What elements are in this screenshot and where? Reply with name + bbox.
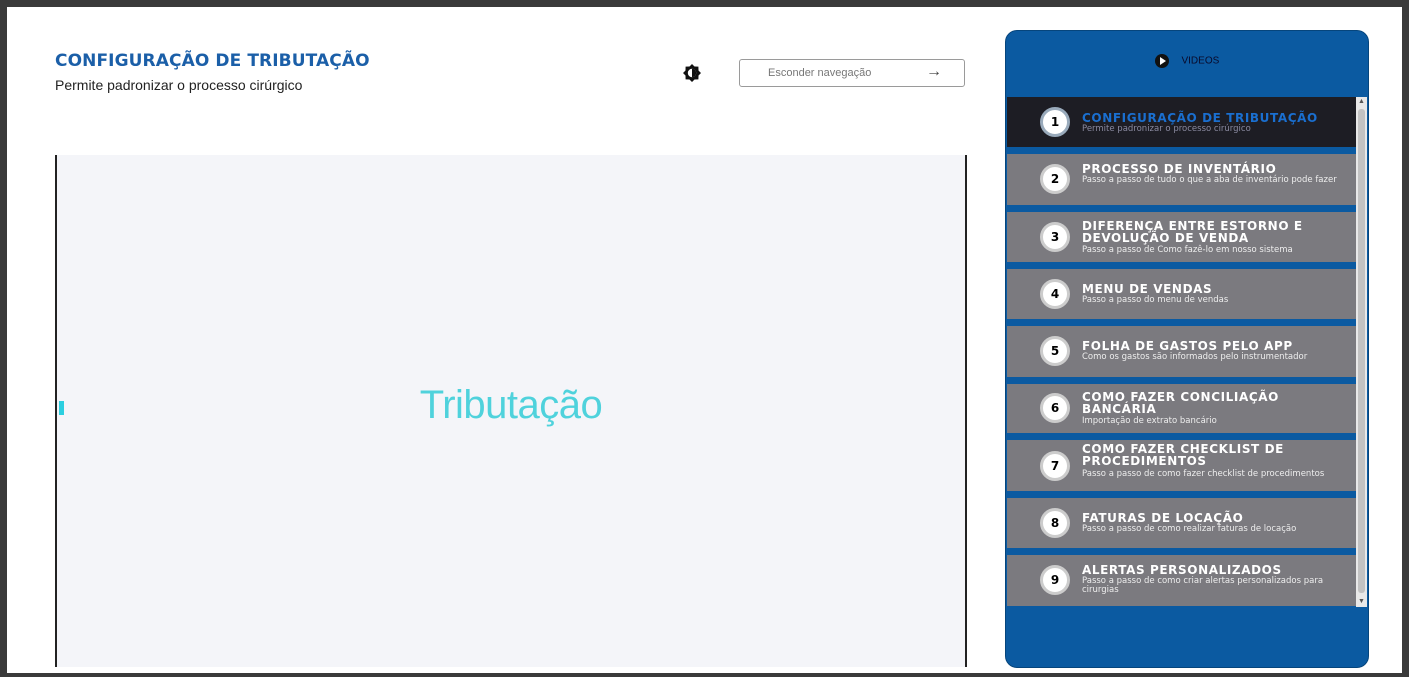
- video-item-description: Passo a passo de como realizar faturas d…: [1082, 524, 1297, 534]
- video-item-description: Passo a passo de tudo o que a aba de inv…: [1082, 175, 1337, 185]
- arrow-right-icon: →: [926, 63, 942, 80]
- video-item-number: 8: [1040, 508, 1070, 538]
- video-item-description: Passo a passo do menu de vendas: [1082, 295, 1229, 305]
- page-subtitle: Permite padronizar o processo cirúrgico: [55, 77, 303, 93]
- video-item-title: FOLHA DE GASTOS PELO APP: [1082, 339, 1293, 353]
- video-item-number: 3: [1040, 222, 1070, 252]
- video-item-title: FATURAS DE LOCAÇÃO: [1082, 511, 1244, 525]
- video-item-description: Passo a passo de Como fazê-lo em nosso s…: [1082, 245, 1293, 255]
- video-item-description: Passo a passo de como criar alertas pers…: [1082, 576, 1324, 595]
- video-item-1[interactable]: 1 CONFIGURAÇÃO DE TRIBUTAÇÃO Permite pad…: [1007, 97, 1356, 147]
- video-item-description: Como os gastos são informados pelo instr…: [1082, 352, 1308, 362]
- video-title: Tributação: [419, 383, 603, 427]
- video-list: 1 CONFIGURAÇÃO DE TRIBUTAÇÃO Permite pad…: [1007, 97, 1356, 606]
- video-item-description: Importação de extrato bancário: [1082, 416, 1217, 426]
- scroll-up-icon[interactable]: ▲: [1356, 97, 1367, 107]
- video-item-4[interactable]: 4 MENU DE VENDAS Passo a passo do menu d…: [1007, 269, 1356, 319]
- video-item-title: DIFERENÇA ENTRE ESTORNO E DEVOLUÇÃO DE V…: [1082, 219, 1303, 245]
- video-item-title: ALERTAS PERSONALIZADOS: [1082, 563, 1282, 577]
- video-item-number: 1: [1040, 107, 1070, 137]
- videos-header-label: VIDEOS: [1181, 55, 1220, 67]
- play-icon: [1154, 54, 1169, 68]
- theme-toggle-icon[interactable]: [683, 64, 701, 82]
- videos-panel-header: VIDEOS: [1006, 54, 1368, 68]
- scroll-down-icon[interactable]: ▼: [1356, 597, 1367, 607]
- video-item-number: 9: [1040, 565, 1070, 595]
- video-item-number: 5: [1040, 336, 1070, 366]
- video-item-5[interactable]: 5 FOLHA DE GASTOS PELO APP Como os gasto…: [1007, 326, 1356, 377]
- video-player[interactable]: Tributação: [55, 155, 967, 667]
- video-item-title: COMO FAZER CONCILIAÇÃO BANCÁRIA: [1082, 390, 1279, 416]
- video-item-8[interactable]: 8 FATURAS DE LOCAÇÃO Passo a passo de co…: [1007, 498, 1356, 548]
- hide-navigation-button[interactable]: Esconder navegação →: [739, 59, 965, 87]
- video-item-2[interactable]: 2 PROCESSO DE INVENTÁRIO Passo a passo d…: [1007, 154, 1356, 205]
- video-item-title: MENU DE VENDAS: [1082, 282, 1213, 296]
- video-item-9[interactable]: 9 ALERTAS PERSONALIZADOS Passo a passo d…: [1007, 555, 1356, 606]
- video-item-title: CONFIGURAÇÃO DE TRIBUTAÇÃO: [1082, 111, 1318, 125]
- video-item-3[interactable]: 3 DIFERENÇA ENTRE ESTORNO E DEVOLUÇÃO DE…: [1007, 212, 1356, 262]
- video-item-description: Passo a passo de como fazer checklist de…: [1082, 469, 1325, 479]
- page-title: CONFIGURAÇÃO DE TRIBUTAÇÃO: [55, 51, 370, 71]
- video-item-title: COMO FAZER CHECKLIST DE PROCEDIMENTOS: [1082, 442, 1284, 468]
- video-item-number: 7: [1040, 451, 1070, 481]
- videos-panel: VIDEOS 1 CONFIGURAÇÃO DE TRIBUTAÇÃO Perm…: [1005, 30, 1369, 668]
- scrollbar-thumb[interactable]: [1358, 109, 1365, 593]
- video-item-number: 6: [1040, 393, 1070, 423]
- video-item-number: 4: [1040, 279, 1070, 309]
- video-list-scrollbar[interactable]: ▲ ▼: [1356, 97, 1367, 607]
- video-item-description: Permite padronizar o processo cirúrgico: [1082, 124, 1251, 134]
- video-item-7[interactable]: 7 COMO FAZER CHECKLIST DE PROCEDIMENTOS …: [1007, 440, 1356, 491]
- hide-navigation-label: Esconder navegação: [768, 67, 872, 79]
- video-item-title: PROCESSO DE INVENTÁRIO: [1082, 162, 1277, 176]
- video-item-6[interactable]: 6 COMO FAZER CONCILIAÇÃO BANCÁRIA Import…: [1007, 384, 1356, 433]
- video-item-number: 2: [1040, 164, 1070, 194]
